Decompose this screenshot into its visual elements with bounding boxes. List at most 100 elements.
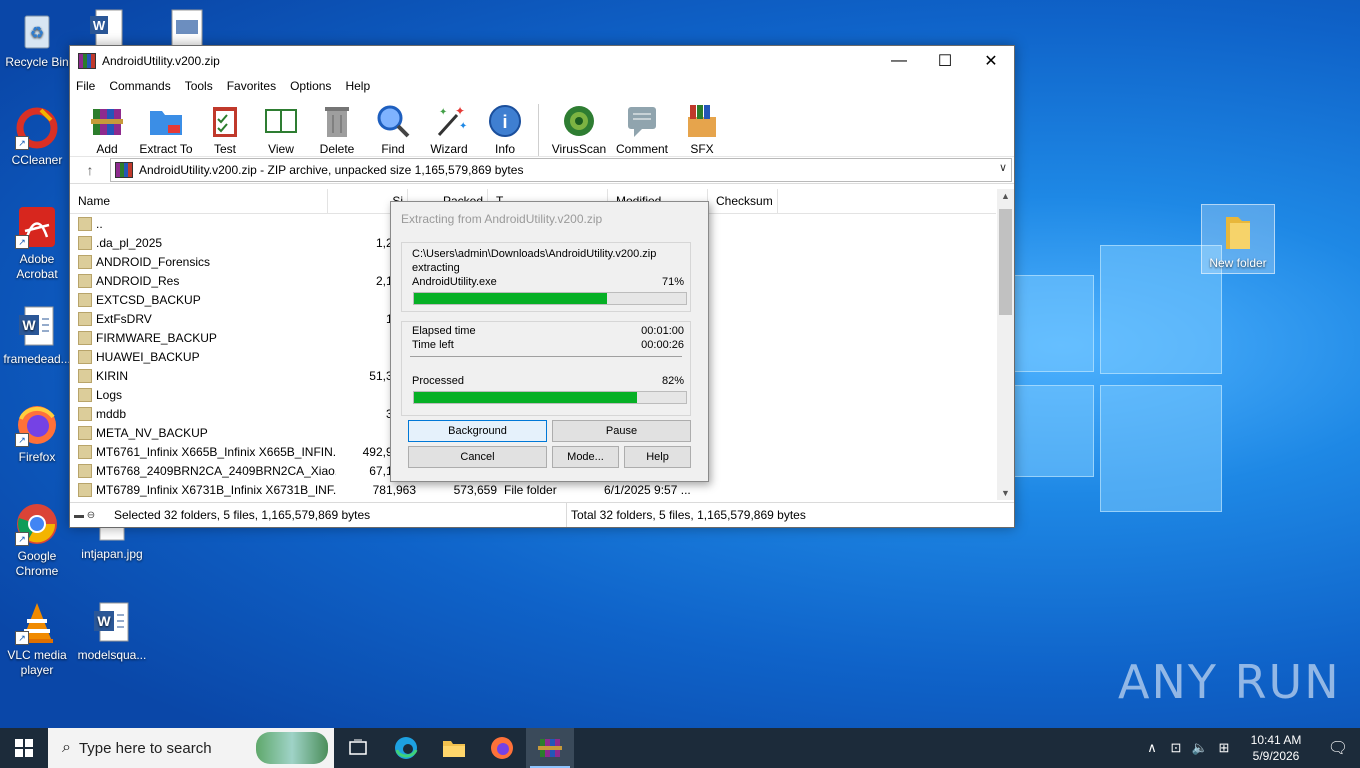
menu-tools[interactable]: Tools <box>185 79 213 93</box>
current-file: AndroidUtility.exe <box>412 276 497 288</box>
desktop-icon-chrome[interactable]: ↗ Google Chrome <box>1 502 73 579</box>
desktop-icon-firefox[interactable]: ↗ Firefox <box>1 403 73 465</box>
title-bar[interactable]: AndroidUtility.v200.zip — ☐ ✕ <box>70 46 1014 76</box>
edge-button[interactable] <box>382 728 430 768</box>
desktop-icon-recycle-bin[interactable]: ♻ Recycle Bin <box>1 8 73 70</box>
start-button[interactable] <box>0 728 48 768</box>
mode-button[interactable]: Mode... <box>552 446 619 468</box>
view-button[interactable]: View <box>252 103 310 156</box>
search-box[interactable]: ⌕ Type here to search <box>48 728 334 768</box>
minimize-button[interactable]: — <box>876 46 922 76</box>
up-arrow-icon[interactable]: ↑ <box>70 162 110 178</box>
winrar-icon <box>538 739 562 757</box>
table-row[interactable]: MT6789_Infinix X6731B_Infinix X6731B_INF… <box>70 480 996 499</box>
pause-button[interactable]: Pause <box>552 420 691 442</box>
background-button[interactable]: Background <box>408 420 547 442</box>
maximize-button[interactable]: ☐ <box>922 46 968 76</box>
wifi-icon[interactable]: ⊞ <box>1212 740 1236 756</box>
chrome-icon: ↗ <box>15 502 59 546</box>
sfx-button[interactable]: SFX <box>673 103 731 156</box>
watermark: ANY RUN <box>1118 655 1341 709</box>
folder-icon <box>78 368 92 383</box>
add-button[interactable]: Add <box>78 103 136 156</box>
test-button[interactable]: Test <box>196 103 254 156</box>
action-label: extracting <box>412 262 460 274</box>
menu-file[interactable]: File <box>76 79 95 93</box>
desktop-icon-framedead[interactable]: W framedead... <box>1 305 73 367</box>
volume-icon[interactable]: 🔈 <box>1188 740 1212 756</box>
extract-progress-dialog[interactable]: Extracting from AndroidUtility.v200.zip … <box>390 201 709 482</box>
close-button[interactable]: ✕ <box>968 46 1014 76</box>
chevron-down-icon[interactable]: ∨ <box>999 161 1007 174</box>
clock-date: 5/9/2026 <box>1252 749 1300 763</box>
address-bar: ↑ AndroidUtility.v200.zip - ZIP archive,… <box>70 157 1014 184</box>
menu-favorites[interactable]: Favorites <box>227 79 276 93</box>
status-bar: ▬ ⊖ Selected 32 folders, 5 files, 1,165,… <box>70 502 1014 527</box>
drive-icon[interactable]: ▬ ⊖ <box>70 510 114 521</box>
scroll-down-icon[interactable]: ▼ <box>997 488 1014 498</box>
desktop-icon-label: modelsqua... <box>77 648 147 662</box>
time-left-label: Time left <box>412 339 454 351</box>
time-left-value: 00:00:26 <box>641 339 684 351</box>
folder-icon <box>78 254 92 269</box>
image-file-icon[interactable] <box>168 8 208 47</box>
clipboard-check-icon <box>207 103 243 139</box>
menu-options[interactable]: Options <box>290 79 331 93</box>
task-view-button[interactable] <box>334 728 382 768</box>
info-button[interactable]: i Info <box>476 103 534 156</box>
svg-text:i: i <box>502 112 507 132</box>
taskbar: ⌕ Type here to search ∧ ⊡ 🔈 ⊞ 10:41 AM 5… <box>0 728 1360 768</box>
desktop-icon-acrobat[interactable]: ↗ Adobe Acrobat <box>1 205 73 282</box>
menu-commands[interactable]: Commands <box>109 79 170 93</box>
wizard-button[interactable]: ✦ ✦ ✦ Wizard <box>420 103 478 156</box>
word-doc-icon[interactable]: W <box>90 8 130 47</box>
svg-text:✦: ✦ <box>439 107 447 118</box>
acrobat-icon: ↗ <box>15 205 59 249</box>
desktop-icon-new-folder[interactable]: New folder <box>1201 204 1275 274</box>
svg-text:W: W <box>22 317 36 333</box>
firefox-button[interactable] <box>478 728 526 768</box>
column-name[interactable]: Name <box>70 189 328 213</box>
magnifier-icon <box>375 103 411 139</box>
find-button[interactable]: Find <box>364 103 422 156</box>
file-explorer-button[interactable] <box>430 728 478 768</box>
virusscan-button[interactable]: VirusScan <box>547 103 611 156</box>
folder-icon <box>78 216 92 231</box>
search-highlight-image[interactable] <box>256 732 328 764</box>
desktop-icon-modelsqua[interactable]: W modelsqua... <box>76 601 148 663</box>
word-doc-icon: W <box>15 305 59 349</box>
file-progress-fill <box>414 293 608 304</box>
vertical-scrollbar[interactable]: ▲ ▼ <box>997 189 1014 500</box>
divider <box>410 356 682 357</box>
winrar-taskbar-button[interactable] <box>526 728 574 768</box>
chevron-up-icon[interactable]: ∧ <box>1140 740 1164 756</box>
scrollbar-thumb[interactable] <box>999 209 1012 315</box>
folder-icon <box>78 235 92 250</box>
folder-icon <box>78 292 92 307</box>
folder-icon <box>78 463 92 478</box>
cancel-button[interactable]: Cancel <box>408 446 547 468</box>
scroll-up-icon[interactable]: ▲ <box>997 191 1014 201</box>
desktop-icon-vlc[interactable]: ↗ VLC media player <box>1 601 73 678</box>
comment-button[interactable]: Comment <box>609 103 675 156</box>
toolbar-separator <box>538 104 539 156</box>
desktop-icon-ccleaner[interactable]: ↗ CCleaner <box>1 106 73 168</box>
elapsed-label: Elapsed time <box>412 325 476 337</box>
delete-button[interactable]: Delete <box>308 103 366 156</box>
notification-icon[interactable]: 🗨 <box>1316 738 1360 758</box>
folder-icon <box>78 425 92 440</box>
folder-icon <box>1216 209 1260 253</box>
desktop-icon-label: framedead... <box>3 352 71 366</box>
folder-icon <box>78 330 92 345</box>
menu-help[interactable]: Help <box>345 79 370 93</box>
firefox-icon <box>491 737 513 759</box>
recycle-bin-icon: ♻ <box>15 8 59 52</box>
clock[interactable]: 10:41 AM 5/9/2026 <box>1236 732 1316 764</box>
path-field[interactable]: AndroidUtility.v200.zip - ZIP archive, u… <box>110 158 1012 182</box>
help-button[interactable]: Help <box>624 446 691 468</box>
column-checksum[interactable]: Checksum <box>708 189 778 213</box>
toolbar: Add Extract To Test View Delete Find ✦ ✦ ✦… <box>70 96 1014 157</box>
extract-to-button[interactable]: Extract To <box>134 103 198 156</box>
network-icon[interactable]: ⊡ <box>1164 740 1188 756</box>
desktop-icon-label: Firefox <box>18 450 56 464</box>
